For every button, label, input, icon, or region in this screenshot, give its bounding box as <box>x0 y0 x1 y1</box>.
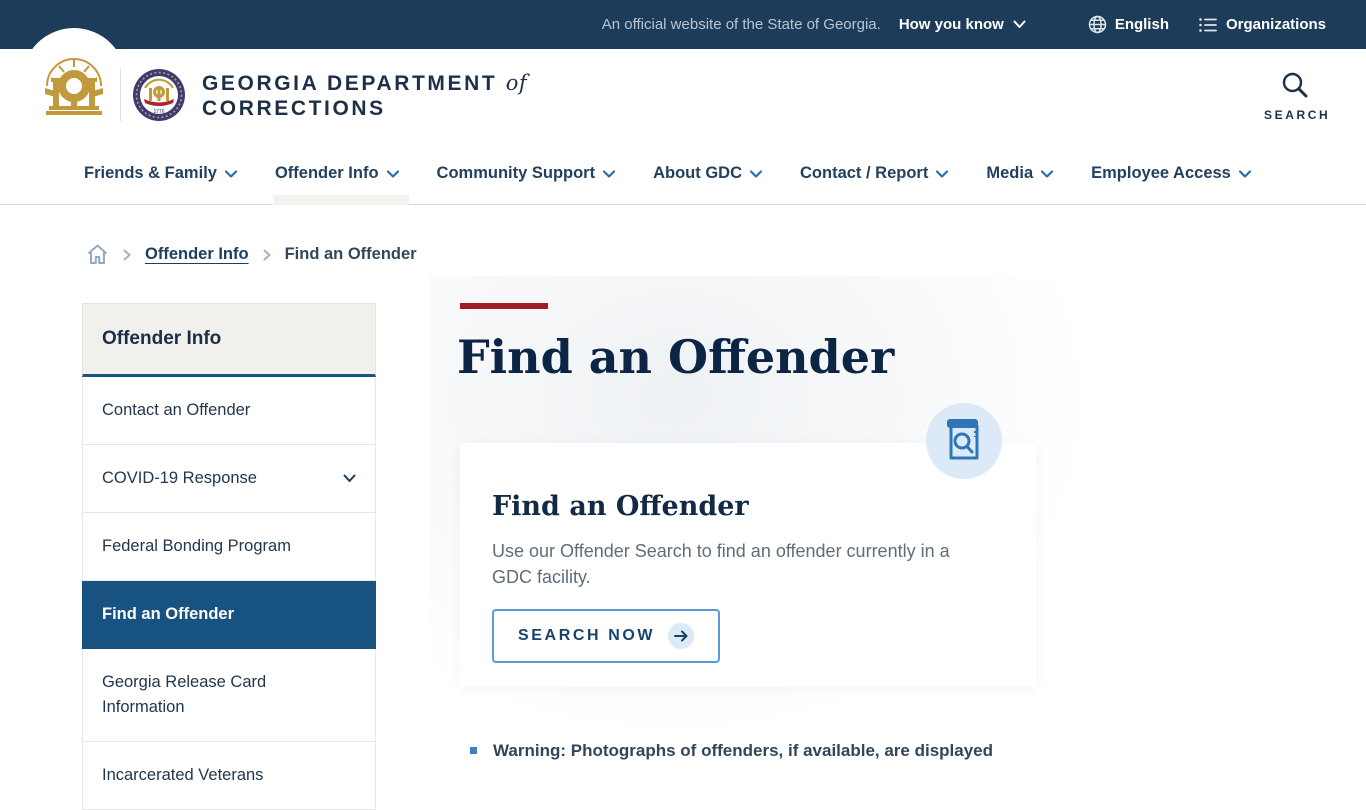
page-title: Find an Offender <box>457 330 895 384</box>
svg-text:1776: 1776 <box>153 109 164 115</box>
nav-item-label: Employee Access <box>1091 164 1231 182</box>
chevron-right-icon <box>263 249 271 260</box>
sidebar-title: Offender Info <box>82 303 376 377</box>
georgia-arch-icon <box>45 58 103 115</box>
breadcrumb-link-offender-info[interactable]: Offender Info <box>145 245 249 264</box>
gdc-seal-icon: 1776 <box>133 69 185 121</box>
breadcrumb: Offender Info Find an Offender <box>86 243 417 266</box>
sidebar-item-find-an-offender[interactable]: Find an Offender <box>82 581 376 649</box>
nav-item-friends-family[interactable]: Friends & Family <box>82 143 239 205</box>
nav-item-community-support[interactable]: Community Support <box>435 143 618 205</box>
site-title-line1: GEORGIA DEPARTMENT <box>202 72 498 95</box>
chevron-down-icon <box>1041 169 1054 178</box>
nav-item-label: Community Support <box>436 164 596 182</box>
sidebar-item-covid-19-response[interactable]: COVID-19 Response <box>82 445 376 513</box>
site-title[interactable]: GEORGIA DEPARTMENT of CORRECTIONS <box>202 71 527 121</box>
header-divider <box>120 69 121 121</box>
sidebar-item-incarcerated-veterans[interactable]: Incarcerated Veterans <box>82 742 376 810</box>
nav-item-label: Contact / Report <box>800 164 929 182</box>
nav-item-media[interactable]: Media <box>984 143 1055 205</box>
organizations-label: Organizations <box>1225 16 1326 33</box>
language-label: English <box>1114 16 1169 33</box>
official-site-text: An official website of the State of Geor… <box>601 16 881 33</box>
main-navigation: Friends & Family Offender Info Community… <box>0 143 1366 205</box>
sidebar-item-label: COVID-19 Response <box>102 469 257 487</box>
nav-item-about-gdc[interactable]: About GDC <box>651 143 764 205</box>
chevron-down-icon <box>603 169 616 178</box>
official-topbar: An official website of the State of Geor… <box>0 0 1366 49</box>
offender-search-badge <box>926 403 1002 479</box>
nav-item-contact-report[interactable]: Contact / Report <box>798 143 950 205</box>
organizations-button[interactable]: Organizations <box>1199 16 1326 33</box>
georgia-arch-logo[interactable] <box>22 28 126 132</box>
nav-item-offender-info[interactable]: Offender Info <box>272 143 409 205</box>
sidebar-offender-info: Offender Info Contact an Offender COVID-… <box>82 303 376 810</box>
nav-item-label: Media <box>986 164 1034 182</box>
search-now-button[interactable]: SEARCH NOW <box>492 609 721 663</box>
warning-text: Warning: Photographs of offenders, if av… <box>493 741 994 760</box>
accent-bar <box>460 303 548 309</box>
search-label: SEARCH <box>1264 108 1331 122</box>
site-title-of: of <box>505 71 528 95</box>
how-you-know-label: How you know <box>898 16 1004 33</box>
chevron-down-icon <box>750 169 763 178</box>
chevron-down-icon <box>1013 20 1026 28</box>
nav-active-indicator <box>272 194 409 205</box>
how-you-know-button[interactable]: How you know <box>899 16 1026 33</box>
sidebar-item-label: Federal Bonding Program <box>102 537 291 555</box>
warning-list-item: Warning: Photographs of offenders, if av… <box>470 740 1050 762</box>
list-icon <box>1199 17 1217 32</box>
chevron-right-icon <box>123 249 131 260</box>
globe-icon <box>1088 15 1107 34</box>
document-search-icon <box>947 419 979 460</box>
card-description: Use our Offender Search to find an offen… <box>492 541 950 587</box>
breadcrumb-current: Find an Offender <box>284 245 417 263</box>
language-button[interactable]: English <box>1088 15 1169 34</box>
chevron-down-icon <box>936 169 949 178</box>
arrow-right-icon <box>668 623 695 649</box>
sidebar-item-label: Find an Offender <box>102 605 234 623</box>
nav-item-label: Offender Info <box>274 164 379 182</box>
search-now-label: SEARCH NOW <box>518 627 656 644</box>
chevron-down-icon <box>224 169 237 178</box>
nav-item-label: About GDC <box>653 164 743 182</box>
find-offender-card: Find an Offender Use our Offender Search… <box>460 443 1036 687</box>
site-header: 1776 GEORGIA DEPARTMENT of CORRECTIONS S… <box>0 28 1366 143</box>
nav-item-label: Friends & Family <box>84 164 217 182</box>
bullet-icon <box>470 747 477 754</box>
sidebar-item-label: Contact an Offender <box>102 401 251 419</box>
sidebar-item-label: Incarcerated Veterans <box>102 766 264 784</box>
sidebar-item-contact-an-offender[interactable]: Contact an Offender <box>82 377 376 445</box>
search-button[interactable]: SEARCH <box>1264 71 1331 122</box>
sidebar-item-label: Georgia Release Card Information <box>102 673 267 716</box>
sidebar-item-federal-bonding-program[interactable]: Federal Bonding Program <box>82 513 376 581</box>
sidebar-item-georgia-release-card-information[interactable]: Georgia Release Card Information <box>82 649 376 742</box>
gdc-seal-logo: 1776 <box>132 68 186 127</box>
chevron-down-icon <box>386 169 399 178</box>
card-title: Find an Offender <box>492 491 749 522</box>
nav-item-employee-access[interactable]: Employee Access <box>1089 143 1253 205</box>
site-title-line2: CORRECTIONS <box>202 97 386 120</box>
home-icon[interactable] <box>86 243 109 266</box>
chevron-down-icon <box>1238 169 1251 178</box>
search-icon <box>1282 72 1307 98</box>
chevron-down-icon <box>343 474 356 482</box>
